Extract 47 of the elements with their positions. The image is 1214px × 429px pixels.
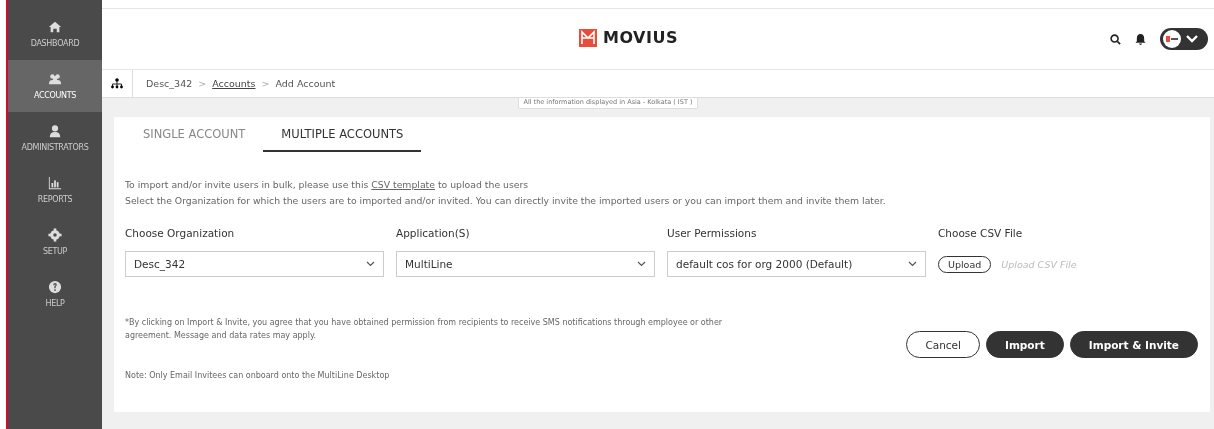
sidebar-item[interactable]: SETUP bbox=[8, 216, 102, 268]
note-text: Note: Only Email Invitees can onboard onto the MultiLine Desktop bbox=[125, 371, 391, 380]
action-button[interactable]: Import bbox=[986, 331, 1064, 358]
sidebar-item[interactable]: ACCOUNTS bbox=[8, 60, 102, 112]
dropdown-field[interactable]: default cos for org 2000 (Default) bbox=[667, 251, 926, 277]
person-icon bbox=[48, 124, 62, 138]
field-label: Application(S) bbox=[396, 227, 471, 239]
field-label: Choose Organization bbox=[125, 227, 236, 239]
upload-button[interactable]: Upload bbox=[938, 255, 992, 273]
file-name-field: Upload CSV File bbox=[1001, 258, 1077, 270]
csv-template-link[interactable]: CSV template bbox=[371, 179, 435, 190]
field-label: User Permissions bbox=[667, 227, 758, 239]
breadcrumb-item: Add Account bbox=[275, 78, 336, 89]
action-button[interactable]: Cancel bbox=[906, 331, 980, 358]
users-icon bbox=[48, 72, 62, 86]
search-icon[interactable] bbox=[1110, 33, 1121, 45]
hierarchy-icon bbox=[111, 78, 123, 89]
sidebar-item[interactable]: REPORTS bbox=[8, 164, 102, 216]
field-label: Choose CSV File bbox=[938, 227, 1024, 239]
logo-icon bbox=[579, 28, 597, 47]
tab[interactable]: MULTIPLE ACCOUNTS bbox=[263, 123, 422, 152]
dropdown-field[interactable]: MultiLine bbox=[396, 251, 655, 277]
intro-text: To import and/or invite users in bulk, please use this CSV template to upload the users bbox=[125, 178, 530, 192]
chevron-down-icon bbox=[908, 261, 917, 267]
action-button[interactable]: Import & Invite bbox=[1069, 331, 1198, 358]
dropdown-field[interactable]: Desc_342 bbox=[125, 251, 384, 277]
breadcrumb-separator: > bbox=[198, 78, 207, 89]
bar-chart-icon bbox=[48, 176, 62, 190]
chevron-down-icon bbox=[637, 261, 646, 267]
settings-icon bbox=[48, 228, 62, 242]
chevron-down-icon bbox=[1185, 34, 1199, 44]
logo-text: MOVIUS bbox=[603, 28, 678, 47]
sidebar-item[interactable]: HELP bbox=[8, 268, 102, 320]
intro-text: Select the Organization for which the users are to imported and/or invited. You can directly invite the imported users or you can import them and invite them later. bbox=[125, 194, 887, 208]
avatar-icon bbox=[1163, 30, 1181, 48]
home-icon bbox=[48, 20, 62, 34]
sidebar-item[interactable]: DASHBOARD bbox=[8, 8, 102, 60]
help-icon bbox=[48, 280, 62, 294]
profile-menu[interactable] bbox=[1160, 28, 1208, 50]
sidebar-item[interactable]: ADMINISTRATORS bbox=[8, 112, 102, 164]
chevron-down-icon bbox=[366, 261, 375, 267]
breadcrumb-separator: > bbox=[261, 78, 270, 89]
bell-icon[interactable] bbox=[1135, 33, 1146, 45]
tab[interactable]: SINGLE ACCOUNT bbox=[125, 123, 264, 152]
breadcrumb-link[interactable]: Accounts bbox=[212, 78, 256, 89]
breadcrumb-item: Desc_342 bbox=[146, 78, 193, 89]
disclaimer-text: *By clicking on Import & Invite, you agree that you have obtained permission from recipients to receive SMS notifications through employee or other agreement. Message and data rates may apply. bbox=[125, 317, 724, 342]
